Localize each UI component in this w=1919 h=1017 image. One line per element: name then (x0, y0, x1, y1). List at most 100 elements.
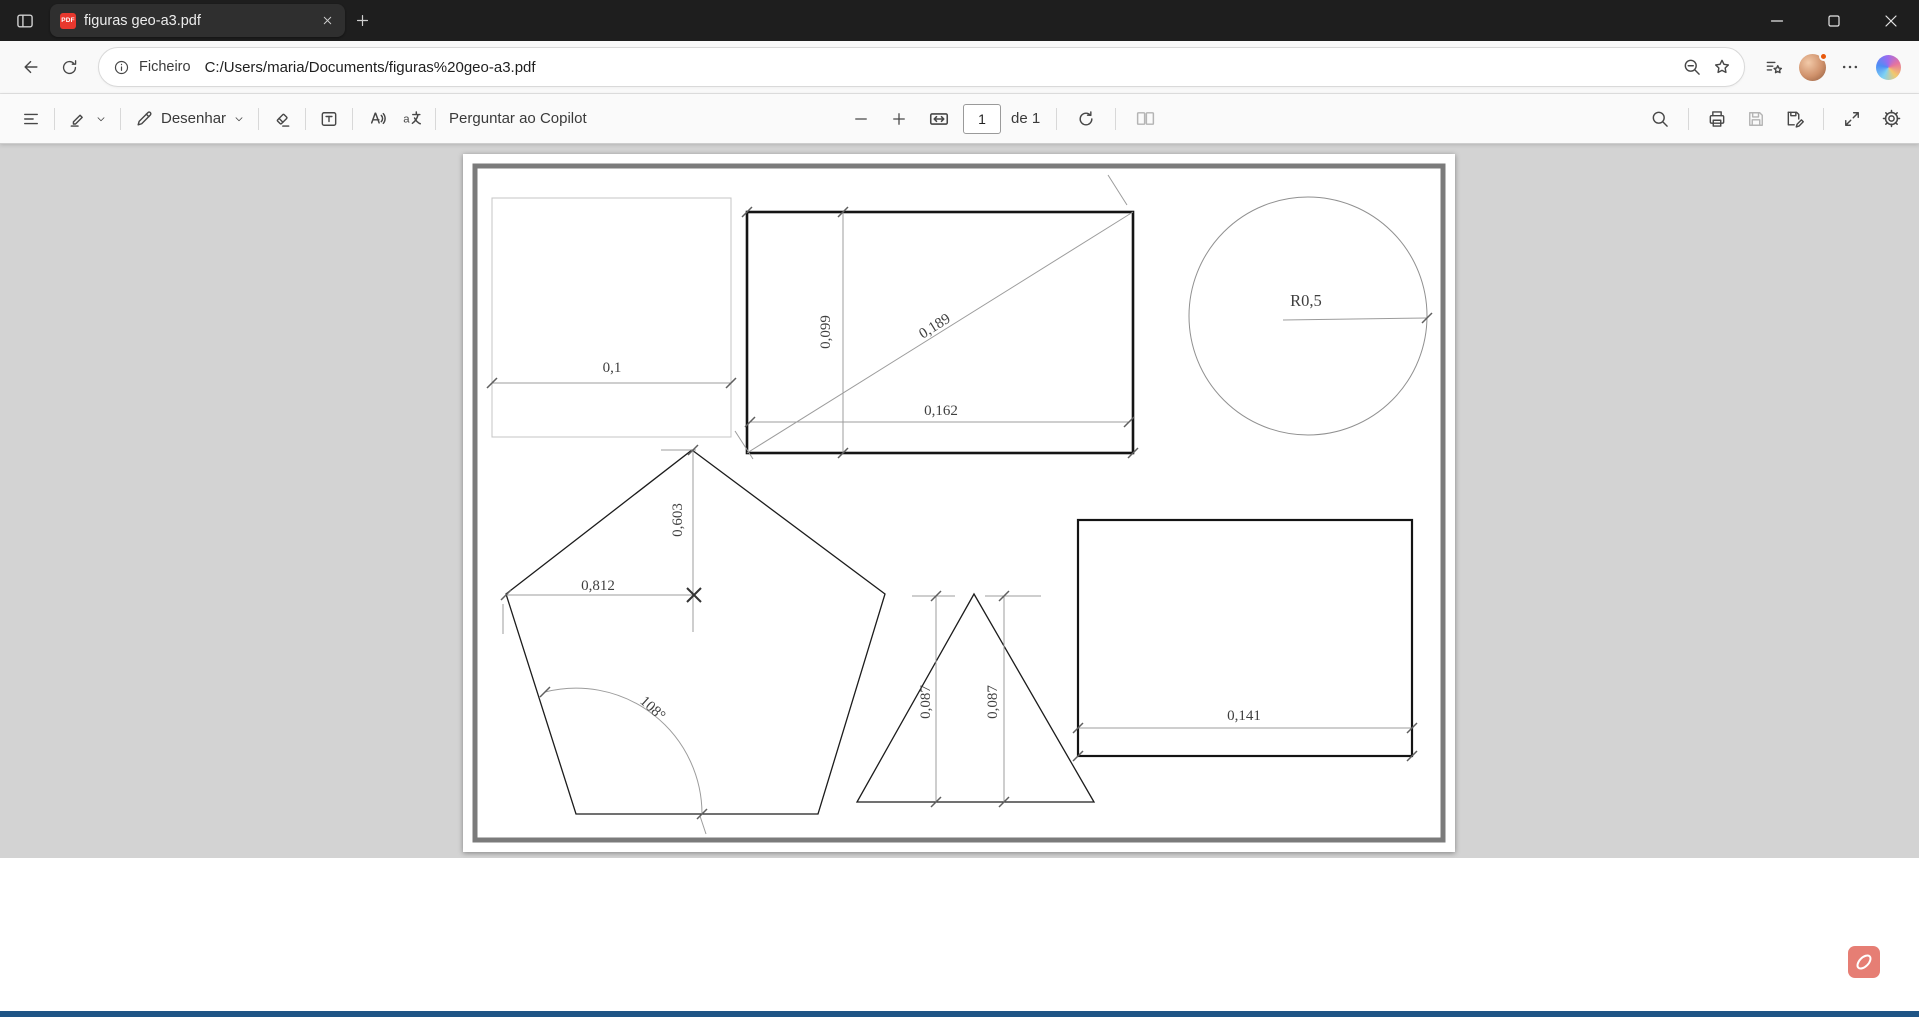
profile-button[interactable] (1793, 48, 1831, 86)
pdf-toolbar-right (1643, 94, 1909, 143)
pdf-file-icon: PDF (60, 12, 76, 29)
drawing-frame (472, 163, 1446, 843)
fit-width-icon (929, 112, 949, 125)
save-button[interactable] (1739, 101, 1773, 137)
zoom-out-button[interactable] (845, 101, 877, 137)
fit-to-width-button[interactable] (921, 101, 957, 137)
browser-window: PDF figuras geo-a3.pdf Ficheiro C:/Users… (0, 0, 1919, 1017)
highlighter-icon (70, 114, 83, 127)
back-arrow-icon (24, 60, 38, 74)
desktop-area (0, 858, 1919, 1011)
acrobat-icon (1856, 954, 1872, 970)
browser-tab[interactable]: PDF figuras geo-a3.pdf (50, 4, 345, 37)
separator (120, 107, 121, 130)
dimension-label: 0,189 (916, 311, 953, 342)
figure-circle: R0,5 (1188, 196, 1433, 436)
back-button[interactable] (12, 48, 50, 86)
search-icon (1652, 111, 1668, 127)
fullscreen-button[interactable] (1835, 101, 1869, 137)
dimension-label: 0,141 (1227, 708, 1261, 724)
rotate-button[interactable] (1069, 101, 1103, 137)
save-as-button[interactable] (1778, 101, 1812, 137)
minimize-icon (1770, 19, 1783, 22)
close-icon (1884, 14, 1897, 27)
favorite-star-icon[interactable] (1712, 57, 1732, 77)
zoom-in-button[interactable] (883, 101, 915, 137)
angle-arc (544, 687, 703, 815)
chevron-down-icon (235, 116, 243, 121)
close-button[interactable] (1862, 0, 1919, 41)
erase-button[interactable] (265, 101, 299, 137)
file-scheme-label: Ficheiro (139, 59, 191, 75)
settings-more-button[interactable] (1831, 48, 1869, 86)
dimension-label: 0,087 (918, 685, 934, 719)
rotate-icon (1079, 110, 1093, 126)
add-text-button[interactable] (312, 101, 346, 137)
save-icon (1749, 111, 1763, 126)
tab-actions-button[interactable] (8, 5, 42, 37)
favorites-button[interactable] (1755, 48, 1793, 86)
url-text[interactable]: C:/Users/maria/Documents/figuras%20geo-a… (205, 59, 1682, 76)
page-count-label: de 1 (1011, 110, 1041, 127)
figure-bold-rectangle: 0,099 0,189 0,162 (734, 174, 1139, 460)
separator (1823, 107, 1824, 130)
dimension-label: 0,099 (818, 315, 834, 349)
avatar (1798, 51, 1828, 81)
minimize-button[interactable] (1748, 0, 1805, 41)
ask-copilot-label: Perguntar ao Copilot (449, 110, 587, 127)
zoom-page-controls: de 1 (845, 94, 1163, 143)
tab-close-button[interactable] (317, 11, 337, 31)
separator (258, 107, 260, 130)
eraser-icon (276, 113, 290, 127)
figure-triangle: 0,087 0,087 (855, 590, 1096, 808)
text-box-icon (321, 111, 337, 126)
separator (1688, 107, 1689, 130)
separator (1056, 107, 1058, 130)
figure-square: 0,1 (486, 197, 737, 438)
address-bar[interactable]: Ficheiro C:/Users/maria/Documents/figura… (98, 47, 1745, 87)
table-of-contents-icon (24, 113, 38, 124)
status-dot (1818, 51, 1828, 61)
page-number-input[interactable] (963, 103, 1001, 134)
taskbar-edge (0, 1011, 1919, 1017)
pdf-page: 0,1 0,099 0,189 0,162 R0,5 0,603 0,812 1… (463, 154, 1455, 852)
print-button[interactable] (1700, 101, 1734, 137)
favorites-list-icon (1766, 61, 1783, 74)
dimension-label: 0,162 (924, 403, 958, 419)
expand-icon (1845, 111, 1859, 126)
new-tab-button[interactable] (345, 5, 379, 37)
acrobat-badge[interactable] (1848, 946, 1880, 978)
window-controls (1748, 0, 1919, 41)
read-aloud-button[interactable] (359, 101, 394, 137)
svg-text:a: a (403, 113, 410, 125)
copilot-button[interactable] (1869, 48, 1907, 86)
search-button[interactable] (1643, 101, 1677, 137)
refresh-button[interactable] (50, 48, 88, 86)
settings-button[interactable] (1874, 101, 1909, 137)
pdf-toolbar: Desenhar a Perguntar ao Copilot 1 de 1 (0, 94, 1919, 144)
zoom-out-icon[interactable] (1682, 57, 1702, 77)
dimension-label: R0,5 (1290, 291, 1322, 310)
plus-icon (356, 14, 368, 27)
separator (435, 107, 437, 130)
dimension-label: 0,603 (670, 503, 686, 537)
gear-icon (1882, 109, 1901, 128)
pen-icon (137, 110, 152, 126)
translate-button[interactable]: a (394, 101, 429, 137)
draw-button[interactable]: Desenhar (127, 101, 252, 137)
plus-icon (893, 112, 905, 125)
highlight-button[interactable] (61, 101, 114, 137)
technical-drawing: 0,1 0,099 0,189 0,162 R0,5 0,603 0,812 1… (472, 163, 1446, 843)
contents-button[interactable] (14, 101, 48, 137)
dimension-label: 108° (636, 693, 668, 724)
titlebar: PDF figuras geo-a3.pdf (0, 0, 1919, 41)
separator (1115, 107, 1117, 130)
dimension-label: 0,1 (603, 360, 622, 376)
ask-copilot-button[interactable]: Perguntar ao Copilot (442, 101, 594, 137)
pdf-viewer: 0,1 0,099 0,189 0,162 R0,5 0,603 0,812 1… (0, 144, 1919, 858)
refresh-icon (62, 59, 76, 74)
maximize-button[interactable] (1805, 0, 1862, 41)
dimension-label: 0,812 (581, 578, 615, 594)
dimension-label: 0,087 (985, 685, 1001, 719)
page-view-button[interactable] (1128, 101, 1163, 137)
